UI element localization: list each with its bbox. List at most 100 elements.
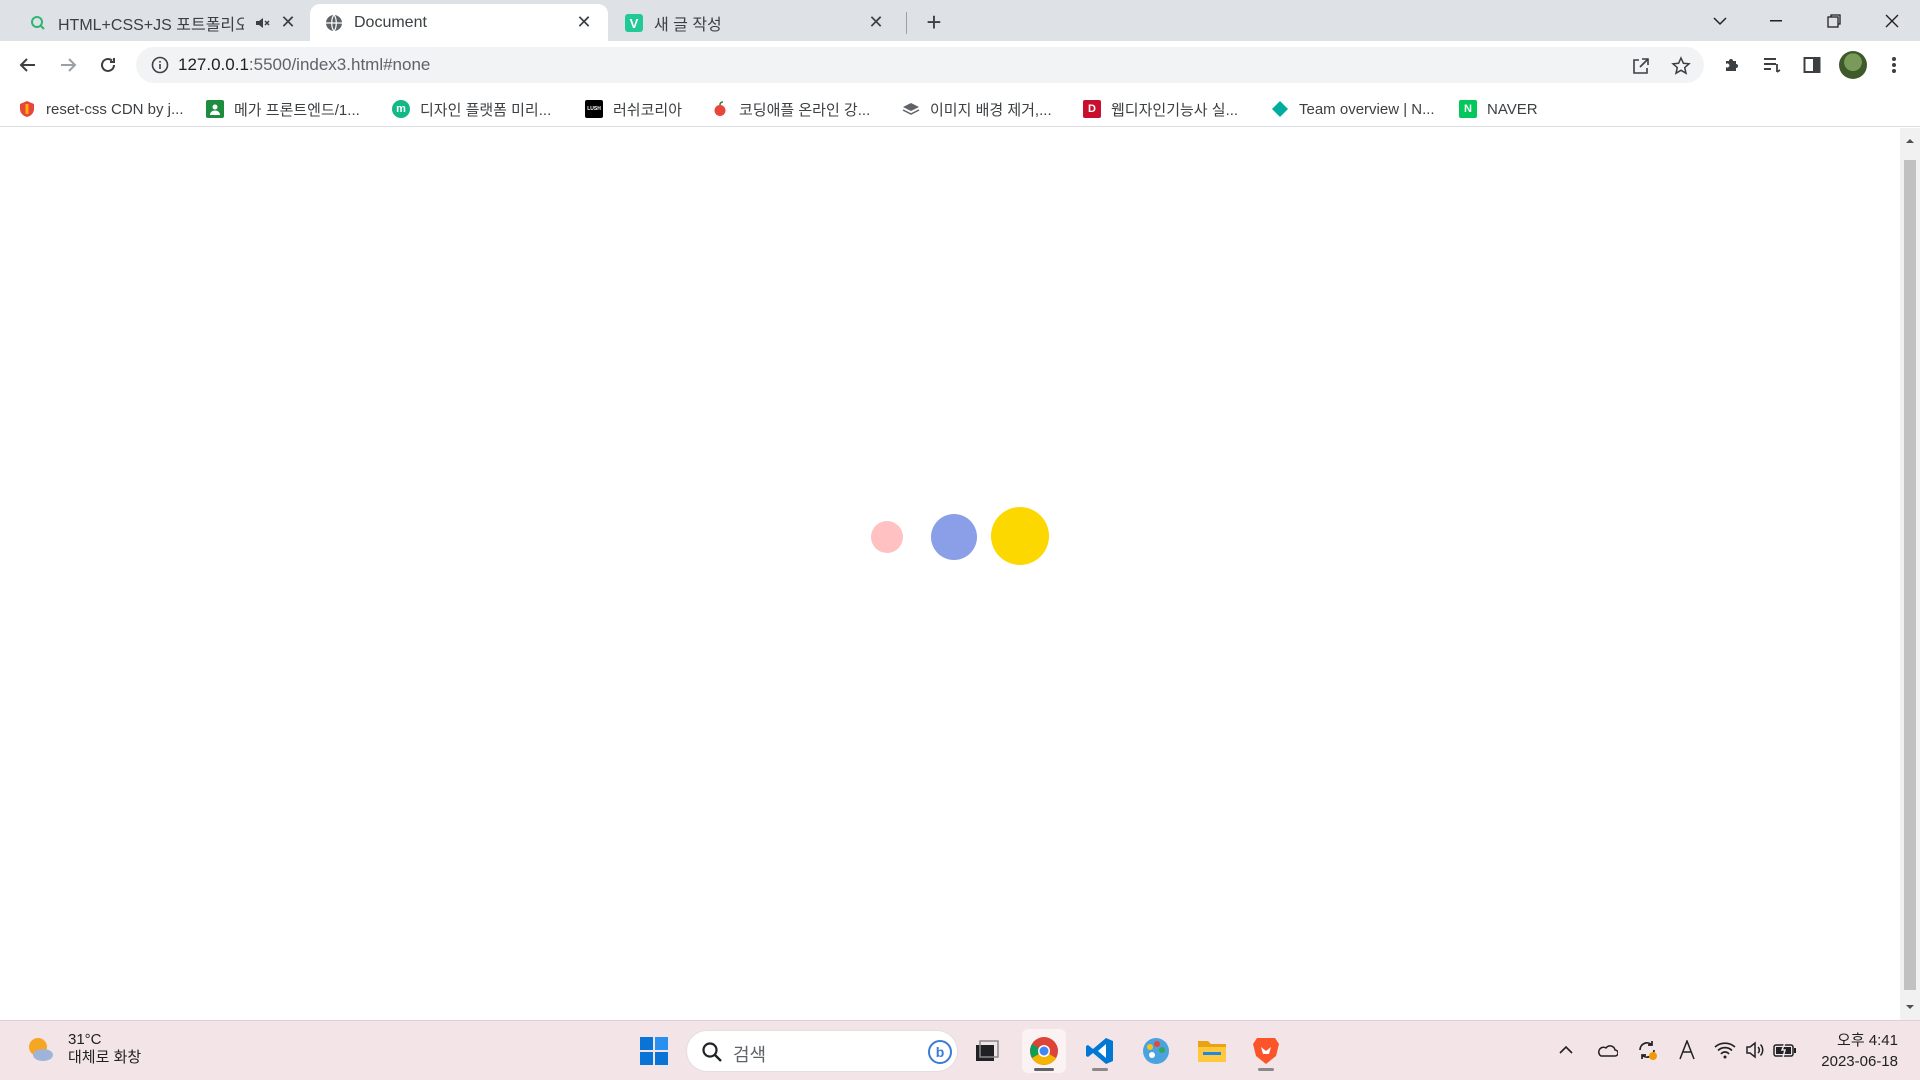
speaker-muted-icon[interactable] [252, 13, 272, 33]
naver-icon: N [1459, 100, 1477, 118]
weather-temp: 31°C [68, 1031, 102, 1048]
side-panel-icon[interactable] [1798, 51, 1826, 79]
bookmark-label: 메가 프론트엔드/1... [234, 101, 360, 119]
brave-lion-icon [1253, 1038, 1279, 1064]
loader-dot-large [991, 507, 1049, 565]
tab-document[interactable]: Document ✕ [310, 4, 608, 41]
velog-icon: V [624, 13, 644, 33]
bookmark-lush-korea[interactable]: LUSH 러쉬코리아 [585, 98, 682, 120]
page-scrollbar[interactable] [1900, 128, 1920, 1020]
lush-icon: LUSH [585, 100, 603, 118]
url-path: :5500/index3.html#none [248, 55, 431, 74]
system-clock[interactable]: 오후 4:41 2023-06-18 [1821, 1030, 1898, 1072]
bookmark-label: 이미지 배경 제거,... [930, 101, 1052, 119]
chrome-icon [1030, 1037, 1058, 1065]
tab-strip: HTML+CSS+JS 포트폴리오 - ✕ Document ✕ V 새 글 작… [0, 0, 1920, 41]
bookmark-web-design[interactable]: D 웹디자인기능사 실... [1083, 98, 1238, 120]
bookmark-label: 코딩애플 온라인 강... [739, 101, 871, 119]
volume-icon[interactable] [1742, 1037, 1768, 1063]
restore-button[interactable] [1806, 0, 1862, 41]
scroll-up-icon[interactable] [1905, 136, 1915, 146]
vscode-icon [1086, 1038, 1113, 1064]
bookmark-label: 웹디자인기능사 실... [1111, 101, 1239, 119]
tab-separator [906, 12, 907, 34]
d-red-icon: D [1083, 100, 1101, 118]
address-bar[interactable]: 127.0.0.1:5500/index3.html#none [136, 47, 1704, 83]
forward-button[interactable] [52, 49, 84, 81]
bookmark-remove-bg[interactable]: 이미지 배경 제거,... [902, 98, 1052, 120]
diamond-teal-icon [1271, 100, 1289, 118]
bookmark-naver[interactable]: N NAVER [1459, 98, 1538, 120]
shield-red-icon [18, 100, 36, 118]
extensions-icon[interactable] [1718, 51, 1746, 79]
share-icon[interactable] [1630, 55, 1652, 77]
ime-language-icon[interactable] [1674, 1037, 1700, 1063]
weather-widget[interactable]: 31°C 대체로 화창 [24, 1031, 141, 1067]
green-search-icon [28, 13, 48, 33]
wifi-icon[interactable] [1712, 1037, 1738, 1063]
bookmark-label: 러쉬코리아 [613, 101, 683, 119]
reading-list-icon[interactable] [1758, 51, 1786, 79]
taskbar-brave[interactable] [1244, 1029, 1288, 1073]
info-icon[interactable] [150, 55, 170, 75]
reload-button[interactable] [92, 49, 124, 81]
bookmark-star-icon[interactable] [1670, 55, 1692, 77]
green-contact-icon [206, 100, 224, 118]
search-icon [702, 1042, 722, 1062]
start-button[interactable] [632, 1029, 676, 1073]
url-text[interactable]: 127.0.0.1:5500/index3.html#none [178, 55, 430, 75]
tab-title: Document [354, 13, 427, 31]
sync-icon[interactable] [1634, 1037, 1660, 1063]
url-host: 127.0.0.1 [178, 55, 249, 74]
chevron-up-icon[interactable] [1553, 1037, 1579, 1063]
bookmark-label: Team overview | N... [1299, 100, 1435, 118]
bookmark-mega-frontend[interactable]: 메가 프론트엔드/1... [206, 98, 360, 120]
tab-search-button[interactable] [1692, 0, 1748, 41]
bookmark-label: NAVER [1487, 100, 1538, 118]
close-icon[interactable]: ✕ [866, 12, 886, 33]
taskbar-vscode[interactable] [1078, 1029, 1122, 1073]
bookmark-design-platform[interactable]: m 디자인 플랫폼 미리... [392, 98, 551, 120]
tab-portfolio[interactable]: HTML+CSS+JS 포트폴리오 - ✕ [20, 4, 306, 41]
close-icon[interactable]: ✕ [278, 12, 298, 33]
svg-text:V: V [630, 16, 639, 31]
close-icon[interactable]: ✕ [574, 12, 594, 33]
scroll-down-icon[interactable] [1905, 1002, 1915, 1012]
taskbar-file-explorer[interactable] [1190, 1029, 1234, 1073]
clock-time: 오후 4:41 [1837, 1032, 1898, 1049]
bookmark-coding-apple[interactable]: 코딩애플 온라인 강... [711, 98, 870, 120]
minimize-button[interactable] [1748, 0, 1804, 41]
new-tab-button[interactable]: + [920, 7, 948, 37]
tab-title: HTML+CSS+JS 포트폴리오 - [58, 16, 244, 34]
weather-desc: 대체로 화창 [68, 1049, 142, 1066]
paint-palette-icon [1143, 1038, 1169, 1064]
globe-icon [324, 13, 344, 33]
active-indicator [1034, 1068, 1054, 1071]
profile-avatar[interactable] [1839, 51, 1867, 79]
search-placeholder: 검색 [733, 1045, 767, 1065]
miri-m-icon: m [392, 100, 410, 118]
bing-icon[interactable]: b [927, 1039, 953, 1065]
task-view-button[interactable] [965, 1029, 1009, 1073]
bookmark-label: reset-css CDN by j... [46, 100, 184, 118]
close-window-button[interactable] [1864, 0, 1920, 41]
onedrive-cloud-icon[interactable] [1594, 1037, 1620, 1063]
menu-kebab-icon[interactable] [1880, 51, 1908, 79]
bookmark-label: 디자인 플랫폼 미리... [420, 101, 552, 119]
taskbar-search[interactable]: 검색 b [686, 1030, 958, 1072]
bookmark-reset-css[interactable]: reset-css CDN by j... [18, 98, 184, 120]
taskbar-chrome[interactable] [1022, 1029, 1066, 1073]
battery-icon[interactable] [1772, 1037, 1798, 1063]
running-indicator [1092, 1068, 1108, 1071]
layers-icon [902, 100, 920, 118]
back-button[interactable] [12, 49, 44, 81]
tab-new-post[interactable]: V 새 글 작성 ✕ [612, 4, 898, 41]
apple-icon [711, 100, 729, 118]
svg-text:b: b [936, 1044, 945, 1060]
scroll-thumb[interactable] [1904, 160, 1916, 990]
folder-icon [1198, 1041, 1226, 1062]
bookmark-team-overview[interactable]: Team overview | N... [1271, 98, 1435, 120]
clock-date: 2023-06-18 [1821, 1053, 1898, 1070]
loader-dot-medium [931, 514, 977, 560]
taskbar-paint[interactable] [1134, 1029, 1178, 1073]
